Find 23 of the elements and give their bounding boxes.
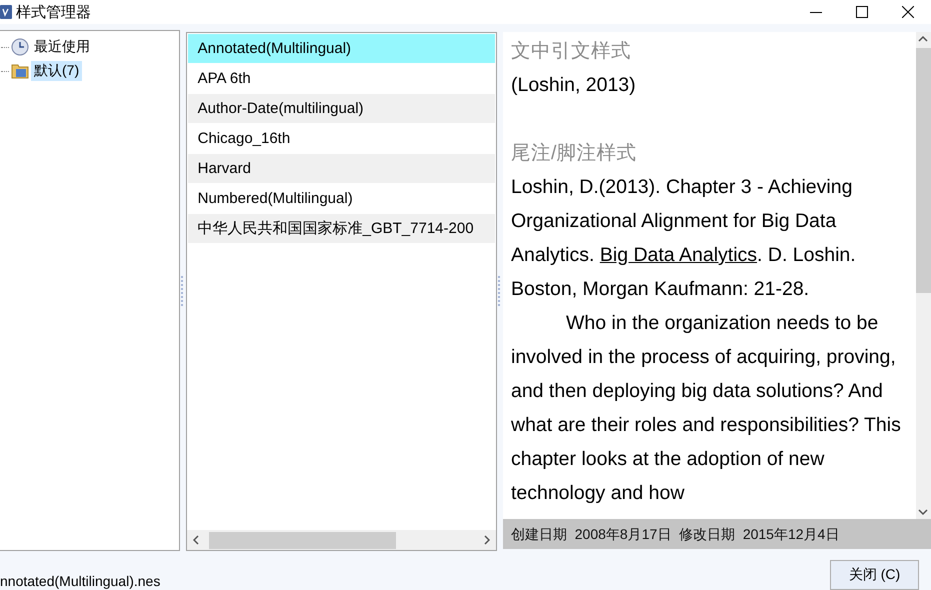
close-button[interactable]: 关闭 (C)	[830, 560, 919, 590]
window-title: 样式管理器	[16, 2, 91, 22]
in-text-citation: (Loshin, 2013)	[510, 73, 637, 98]
clock-icon	[11, 38, 29, 56]
maximize-icon[interactable]	[856, 6, 868, 18]
style-list-item[interactable]: Harvard	[188, 154, 495, 184]
section-heading: 文中引文样式	[510, 39, 632, 64]
reference-text: Loshin, D.(2013). Chapter 3 - Achieving Organizational Alignment for Big Data Analytics. Big Data Analytics. D. Loshin. Boston, Morgan Kaufmann: 21-28.	[510, 175, 857, 302]
scroll-right-icon[interactable]	[484, 535, 490, 545]
tree-item[interactable]: 默认(7)	[31, 61, 82, 81]
style-list-item[interactable]: 中华人民共和国国家标准_GBT_7714-200	[188, 214, 495, 244]
style-list-item[interactable]: Annotated(Multilingual)	[188, 34, 495, 64]
date-info: 创建日期 2008年8月17日 修改日期 2015年12月4日	[502, 519, 931, 549]
horizontal-scrollbar[interactable]	[186, 530, 496, 550]
folder-icon	[11, 62, 29, 80]
section-heading: 尾注/脚注样式	[510, 141, 638, 166]
abstract-text: Who in the organization needs to be involved in the process of acquiring, proving, and then deploying big data solutions? And what are their roles and responsibilities? This chapter looks at the adoption of new technology and how	[510, 311, 902, 506]
scroll-left-icon[interactable]	[192, 535, 199, 545]
style-list-item[interactable]: Author-Date(multilingual)	[188, 94, 495, 124]
close-icon[interactable]	[902, 6, 914, 18]
vertical-scrollbar[interactable]	[916, 32, 931, 519]
tree-item[interactable]: 最近使用	[31, 37, 93, 57]
file-name: nnotated(Multilingual).nes	[0, 573, 160, 589]
